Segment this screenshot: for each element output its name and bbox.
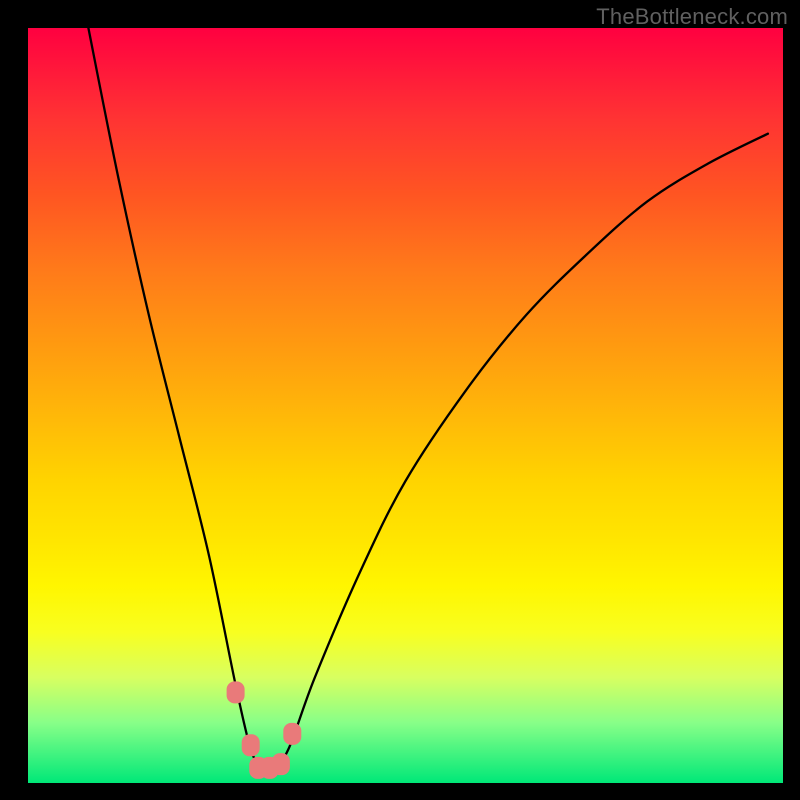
bottleneck-curve (88, 28, 768, 770)
curve-svg (28, 28, 783, 783)
marker-dot (242, 734, 260, 756)
curve-markers (227, 681, 302, 779)
marker-dot (272, 753, 290, 775)
watermark-label: TheBottleneck.com (596, 4, 788, 30)
plot-area (28, 28, 783, 783)
marker-dot (227, 681, 245, 703)
chart-frame: TheBottleneck.com (0, 0, 800, 800)
marker-dot (283, 723, 301, 745)
